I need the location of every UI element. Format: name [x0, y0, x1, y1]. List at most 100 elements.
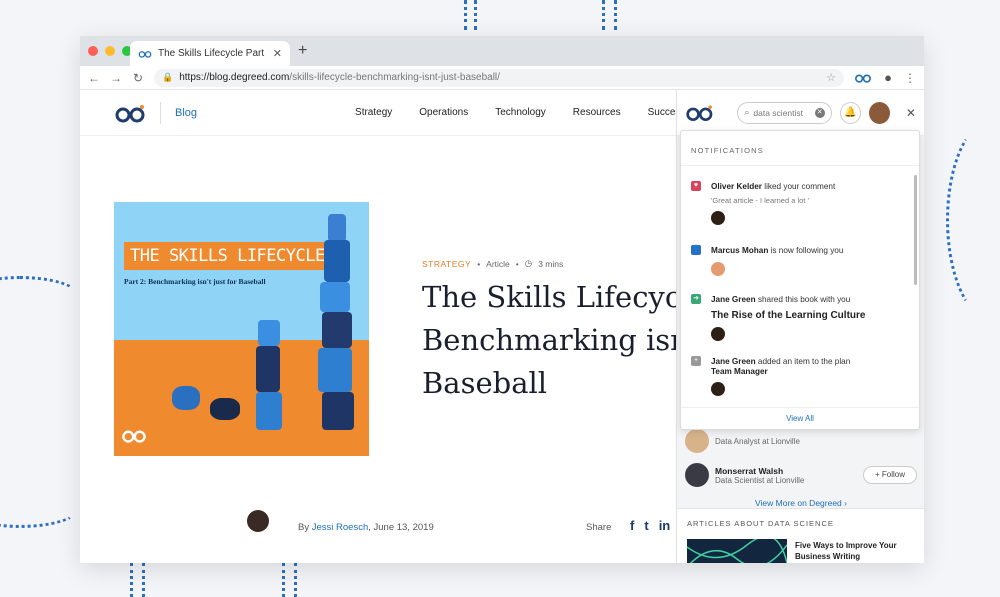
- bell-icon[interactable]: 🔔: [839, 101, 861, 124]
- twitter-icon[interactable]: t: [644, 518, 648, 533]
- close-panel-icon[interactable]: ✕: [906, 106, 916, 120]
- person-name[interactable]: Monserrat Walsh: [715, 466, 857, 476]
- minimize-window-button[interactable]: [105, 46, 115, 56]
- facebook-icon[interactable]: f: [630, 518, 634, 533]
- meta-dot: •: [477, 258, 481, 269]
- notif-actor[interactable]: Oliver Kelder: [711, 182, 762, 191]
- article-thumbnail[interactable]: [686, 535, 788, 563]
- bookmark-star-icon[interactable]: ☆: [826, 71, 836, 84]
- decor-dots: [142, 563, 145, 597]
- hero-image: THE SKILLS LIFECYCLE Part 2: Benchmarkin…: [114, 202, 369, 456]
- search-icon: ⌕: [744, 107, 750, 117]
- author-link[interactable]: Jessi Roesch: [312, 522, 369, 533]
- address-bar: ← → ↻ 🔒 https://blog.degreed.com/skills-…: [80, 66, 924, 90]
- decor-arc: [0, 276, 80, 316]
- clear-search-icon[interactable]: ✕: [814, 107, 825, 118]
- category-link[interactable]: STRATEGY: [422, 259, 471, 269]
- url-base: https://blog.degreed.com: [179, 72, 290, 83]
- reload-icon[interactable]: ↻: [132, 71, 144, 85]
- meta-dot: •: [515, 258, 519, 269]
- url-field[interactable]: 🔒 https://blog.degreed.com/skills-lifecy…: [154, 68, 844, 87]
- byline: By Jessi Roesch, June 13, 2019: [298, 522, 434, 533]
- notification-item[interactable]: + Jane Green added an item to the plan T…: [691, 356, 911, 396]
- notif-action: shared this book with you: [755, 295, 851, 304]
- articles-title: ARTICLES ABOUT DATA SCIENCE: [687, 519, 834, 528]
- close-tab-icon[interactable]: ✕: [273, 47, 282, 60]
- search-value: data scientist: [753, 107, 804, 118]
- menu-icon[interactable]: ⋮: [904, 71, 916, 85]
- tab-strip: The Skills Lifecycle Part 2: Ben ✕ +: [80, 36, 924, 66]
- notif-actor[interactable]: Marcus Mohan: [711, 246, 768, 255]
- notif-actor[interactable]: Jane Green: [711, 357, 756, 366]
- plus-icon: +: [691, 356, 701, 366]
- article-title-line: Baseball: [422, 366, 548, 400]
- profile-icon[interactable]: ●: [882, 70, 894, 85]
- rock-shape: [324, 240, 350, 282]
- rock-shape: [322, 392, 354, 430]
- degreed-logo-icon: [138, 51, 152, 58]
- share-label: Share: [586, 522, 612, 533]
- follow-icon: 👤: [691, 245, 701, 255]
- lock-icon: 🔒: [162, 72, 174, 82]
- article-title-line: Benchmarking isn: [422, 323, 689, 357]
- nav-technology[interactable]: Technology: [495, 107, 546, 118]
- rock-shape: [256, 392, 282, 430]
- tab-title: The Skills Lifecycle Part 2: Ben: [158, 48, 267, 59]
- hero-subtitle: Part 2: Benchmarking isn't just for Base…: [124, 277, 266, 286]
- notif-actor[interactable]: Jane Green: [711, 295, 756, 304]
- decor-dots: [282, 563, 285, 597]
- scrollbar[interactable]: [914, 175, 917, 285]
- nav-operations[interactable]: Operations: [419, 107, 468, 118]
- decor-dots: [294, 563, 297, 597]
- hero-banner: THE SKILLS LIFECYCLE: [124, 242, 331, 270]
- articles-section: ARTICLES ABOUT DATA SCIENCE Five Ways to…: [677, 508, 924, 563]
- degreed-logo-icon[interactable]: [114, 103, 146, 123]
- rock-shape: [256, 346, 280, 392]
- notif-item-title[interactable]: Team Manager: [711, 367, 911, 376]
- heart-icon: ♥: [691, 181, 701, 191]
- view-all-link[interactable]: View All: [681, 407, 919, 429]
- browser-tab[interactable]: The Skills Lifecycle Part 2: Ben ✕: [130, 41, 290, 66]
- avatar[interactable]: [711, 211, 725, 225]
- close-window-button[interactable]: [88, 46, 98, 56]
- avatar[interactable]: [711, 327, 725, 341]
- thumbnail-pattern: [686, 535, 788, 563]
- forward-icon[interactable]: →: [110, 71, 122, 85]
- view-more-label: View More on Degreed: [755, 498, 842, 508]
- publish-date: , June 13, 2019: [368, 522, 434, 533]
- degreed-logo-icon[interactable]: [685, 103, 714, 122]
- article-title-line: The Skills Lifecyc: [422, 280, 682, 314]
- author-avatar[interactable]: [247, 510, 269, 532]
- rock-shape: [318, 348, 352, 392]
- notification-item[interactable]: 👤 Marcus Mohan is now following you: [691, 245, 911, 276]
- person-avatar[interactable]: [685, 463, 709, 487]
- article-link[interactable]: Five Ways to Improve Your Business Writi…: [795, 540, 915, 562]
- linkedin-icon[interactable]: in: [659, 518, 671, 533]
- search-input[interactable]: ⌕ data scientist ✕: [737, 101, 832, 124]
- notif-action: added an item to the plan: [755, 357, 851, 366]
- decor-dots: [130, 563, 133, 597]
- notification-item[interactable]: ♥ Oliver Kelder liked your comment 'Grea…: [691, 181, 911, 225]
- view-more-link[interactable]: View More on Degreed ›: [677, 498, 924, 508]
- avatar[interactable]: [711, 262, 725, 276]
- avatar[interactable]: [711, 382, 725, 396]
- nav-resources[interactable]: Resources: [573, 107, 621, 118]
- degreed-extension-icon[interactable]: [854, 72, 872, 83]
- notif-action: liked your comment: [761, 182, 836, 191]
- follow-button[interactable]: + Follow: [863, 466, 917, 484]
- avatar[interactable]: [868, 101, 890, 124]
- notifications-title: NOTIFICATIONS: [681, 131, 919, 166]
- share-icons: f t in: [630, 518, 670, 533]
- decor-arc: [0, 488, 80, 528]
- blog-link[interactable]: Blog: [175, 107, 197, 119]
- decor-arc: [946, 120, 1000, 320]
- clock-icon: ◷: [524, 258, 533, 268]
- content-type: Article: [486, 258, 510, 269]
- new-tab-icon[interactable]: +: [298, 42, 307, 60]
- person-avatar[interactable]: [685, 429, 709, 453]
- back-icon[interactable]: ←: [88, 71, 100, 85]
- nav-strategy[interactable]: Strategy: [355, 107, 392, 118]
- notification-item[interactable]: ➜ Jane Green shared this book with you T…: [691, 294, 911, 341]
- rock-shape: [210, 398, 240, 420]
- notif-item-title[interactable]: The Rise of the Learning Culture: [711, 310, 911, 321]
